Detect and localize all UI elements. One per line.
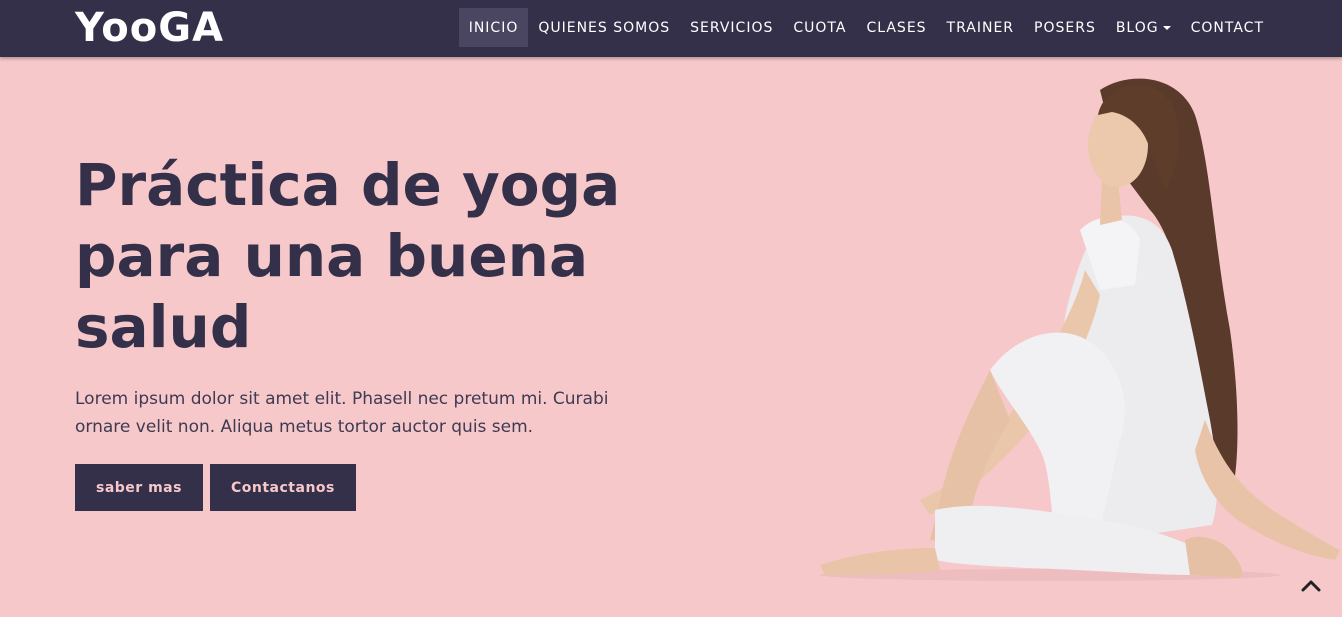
nav-item-posers[interactable]: POSERS: [1024, 8, 1106, 47]
nav-item-blog-label: BLOG: [1115, 19, 1159, 36]
nav-item-contact[interactable]: CONTACT: [1181, 8, 1274, 47]
hero-title-line: para una buena: [75, 222, 589, 290]
hero-description-line: ornare velit non. Aliqua metus tortor au…: [75, 417, 534, 437]
chevron-up-icon: [1301, 580, 1321, 592]
nav-item-inicio[interactable]: INICIO: [458, 8, 529, 47]
saber-mas-button[interactable]: saber mas: [75, 464, 203, 511]
main-nav: INICIO QUIENES SOMOS SERVICIOS CUOTA CLA…: [458, 8, 1274, 47]
hero-title: Práctica de yoga para una buena salud: [75, 150, 635, 363]
hero-title-line: salud: [75, 293, 252, 361]
scroll-to-top-button[interactable]: [1298, 572, 1324, 598]
nav-item-clases[interactable]: CLASES: [856, 8, 936, 47]
nav-item-cuota[interactable]: CUOTA: [783, 8, 856, 47]
caret-down-icon: [1162, 25, 1171, 30]
nav-item-blog[interactable]: BLOG: [1106, 8, 1181, 47]
hero-description: Lorem ipsum dolor sit amet elit. Phasell…: [75, 385, 635, 441]
yoga-woman-image: [820, 78, 1340, 581]
navbar: YooGA INICIO QUIENES SOMOS SERVICIOS CUO…: [0, 0, 1342, 57]
contactanos-button[interactable]: Contactanos: [210, 464, 356, 511]
nav-item-quienes-somos[interactable]: QUIENES SOMOS: [528, 8, 680, 47]
nav-item-servicios[interactable]: SERVICIOS: [680, 8, 783, 47]
hero-description-line: Lorem ipsum dolor sit amet elit. Phasell…: [75, 389, 609, 409]
brand-logo[interactable]: YooGA: [75, 4, 224, 52]
nav-item-trainer[interactable]: TRAINER: [937, 8, 1024, 47]
hero-title-line: Práctica de yoga: [75, 151, 621, 219]
